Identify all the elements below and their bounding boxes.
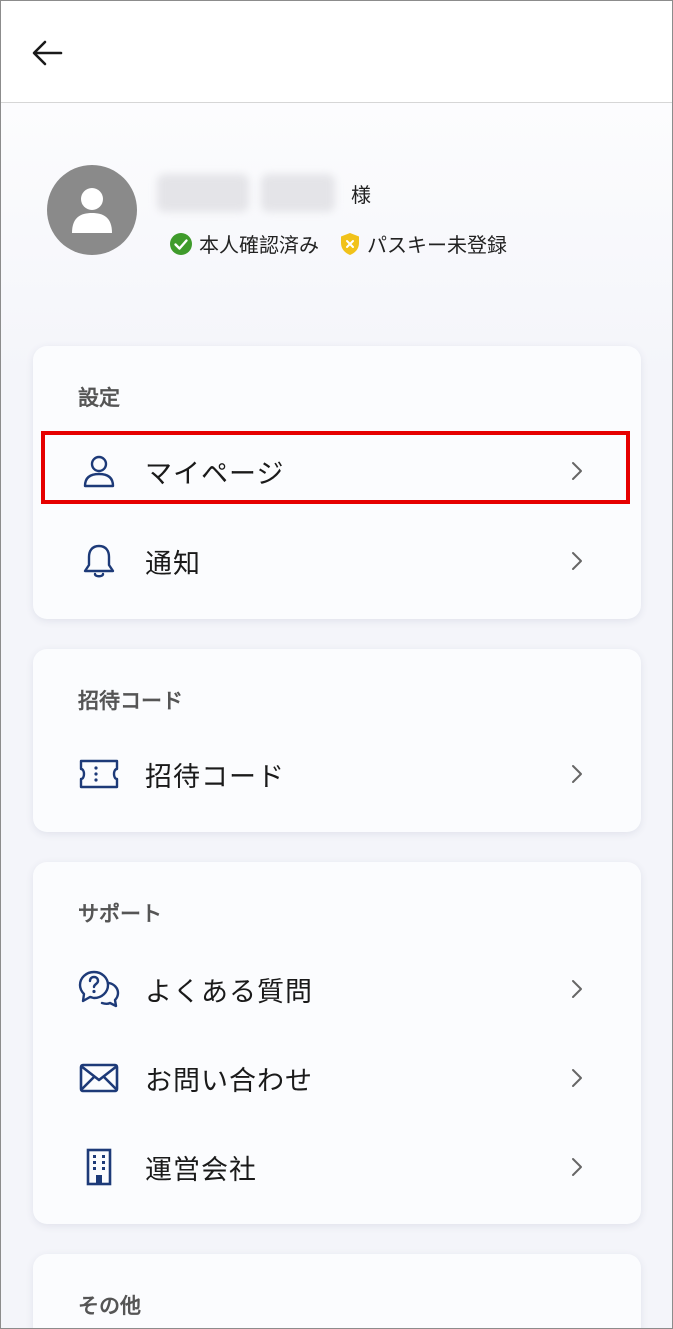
menu-item-mypage-label: マイページ <box>145 458 285 490</box>
honorific-label: 様 <box>351 182 371 207</box>
profile-summary: 様 本人確認済み パスキー未登録 <box>47 165 647 265</box>
passkey-unregistered-label: パスキー未登録 <box>367 233 507 257</box>
other-card: その他 <box>33 1254 641 1328</box>
menu-item-faq-label: よくある質問 <box>145 976 313 1008</box>
menu-item-mypage[interactable]: マイページ <box>33 434 641 508</box>
support-section-title: サポート <box>78 902 162 926</box>
top-bar <box>1 1 672 103</box>
chevron-right-icon <box>571 974 591 1004</box>
shield-x-icon <box>341 232 359 255</box>
ticket-icon <box>77 752 121 796</box>
settings-card: 設定 マイページ 通知 <box>33 346 641 619</box>
chevron-right-icon <box>571 1063 591 1093</box>
avatar <box>47 165 137 255</box>
redacted-last-name <box>157 174 249 212</box>
support-card: サポート よくある質問 お問い合わせ 運営会社 <box>33 862 641 1224</box>
chevron-right-icon <box>571 456 591 486</box>
app-frame: 様 本人確認済み パスキー未登録 設定 マイページ 通知 招待コード 招待コード… <box>0 0 673 1329</box>
other-section-title: その他 <box>78 1294 141 1318</box>
menu-item-faq[interactable]: よくある質問 <box>33 952 641 1026</box>
settings-section-title: 設定 <box>78 386 120 410</box>
menu-item-notifications-label: 通知 <box>145 548 201 580</box>
menu-item-notifications[interactable]: 通知 <box>33 524 641 598</box>
back-button[interactable] <box>27 33 67 73</box>
person-icon <box>72 188 112 233</box>
menu-item-contact-label: お問い合わせ <box>145 1065 313 1097</box>
invite-section-title: 招待コード <box>78 689 183 713</box>
user-name: 様 <box>157 171 371 215</box>
menu-item-company[interactable]: 運営会社 <box>33 1130 641 1204</box>
mail-icon <box>77 1056 121 1100</box>
faq-chat-icon <box>77 967 121 1011</box>
invite-card: 招待コード 招待コード <box>33 649 641 832</box>
identity-verified-badge: 本人確認済み <box>169 229 319 258</box>
menu-item-invite-code[interactable]: 招待コード <box>33 737 641 811</box>
redacted-first-name <box>261 174 335 212</box>
passkey-unregistered-badge: パスキー未登録 <box>339 229 507 258</box>
account-status: 本人確認済み パスキー未登録 <box>169 229 527 258</box>
chevron-right-icon <box>571 759 591 789</box>
chevron-right-icon <box>571 1152 591 1182</box>
user-icon <box>77 449 121 493</box>
chevron-right-icon <box>571 546 591 576</box>
bell-icon <box>77 539 121 583</box>
check-circle-icon <box>170 232 192 255</box>
building-icon <box>77 1145 121 1189</box>
menu-item-contact[interactable]: お問い合わせ <box>33 1041 641 1115</box>
arrow-left-icon <box>32 40 63 66</box>
identity-verified-label: 本人確認済み <box>199 233 319 257</box>
menu-item-invite-code-label: 招待コード <box>145 761 285 793</box>
menu-item-company-label: 運営会社 <box>145 1154 257 1186</box>
